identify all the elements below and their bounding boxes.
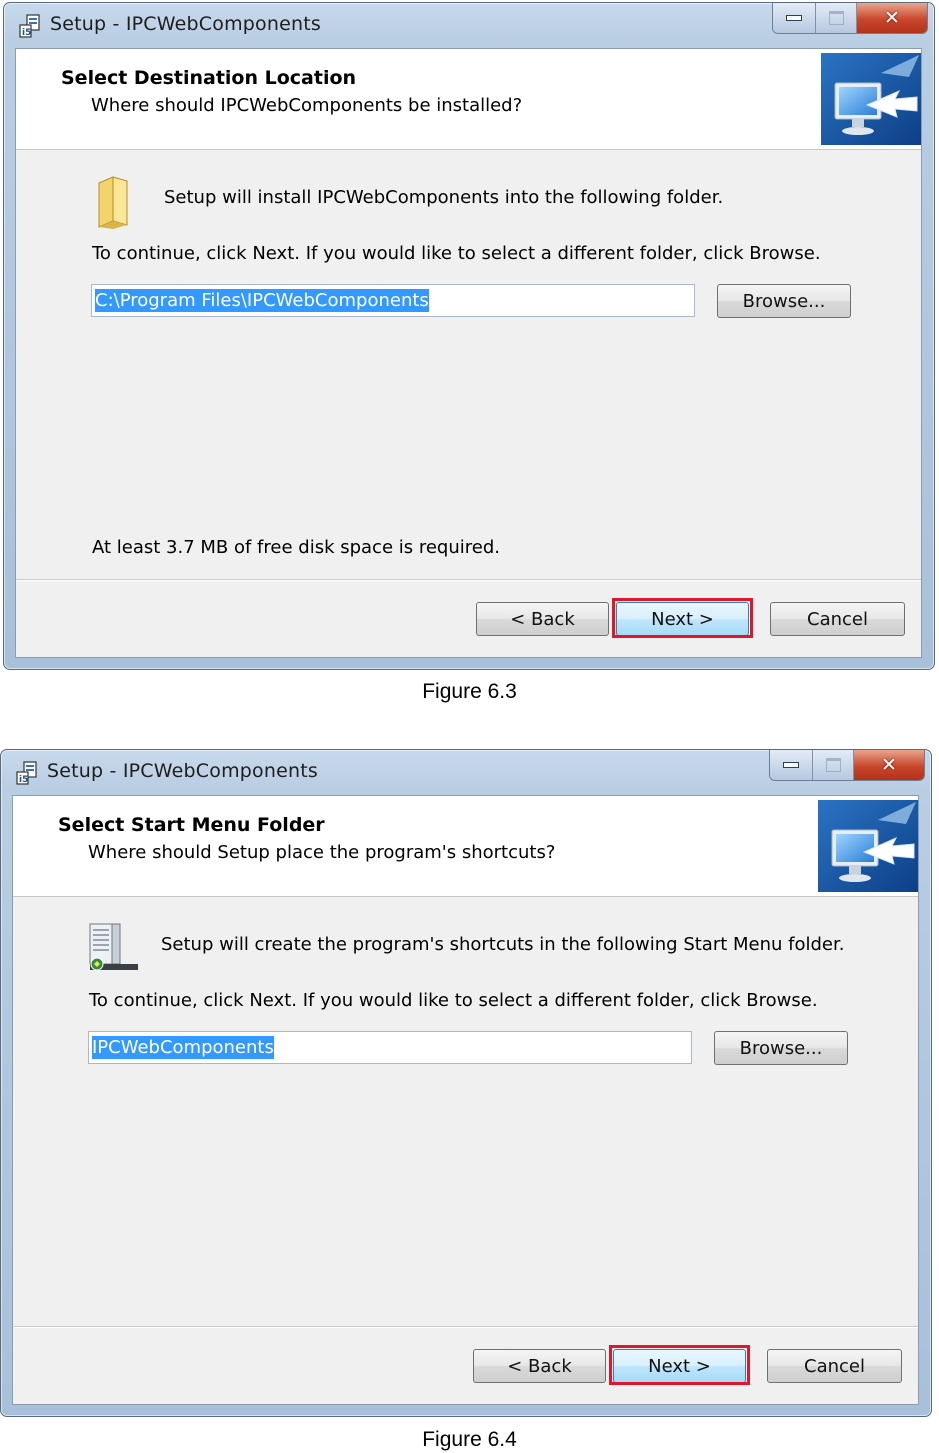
- footer-divider: [16, 579, 921, 581]
- minimize-icon: [786, 15, 802, 21]
- computer-monitor-icon: [821, 53, 921, 145]
- setup-app-icon: i5: [16, 761, 37, 785]
- computer-monitor-icon: [818, 800, 918, 892]
- footer-divider: [13, 1326, 918, 1328]
- page-title: Select Destination Location: [61, 67, 357, 89]
- close-button[interactable]: ✕: [857, 3, 927, 33]
- wizard-header: Select Start Menu Folder Where should Se…: [13, 796, 918, 897]
- window-title: Setup - IPCWebComponents: [47, 760, 318, 782]
- start-menu-folder-icon: [89, 923, 138, 971]
- setup-window-start-menu: i5 Setup - IPCWebComponents ✕ Select Sta…: [0, 749, 932, 1417]
- wizard-header: Select Destination Location Where should…: [16, 49, 921, 150]
- window-title: Setup - IPCWebComponents: [50, 13, 321, 35]
- browse-button[interactable]: Browse...: [714, 1031, 848, 1065]
- figure-caption: Figure 6.4: [422, 1428, 517, 1451]
- next-button[interactable]: Next >: [616, 602, 749, 636]
- setup-window-destination: i5 Setup - IPCWebComponents ✕ Select Des…: [3, 2, 935, 670]
- destination-folder-input[interactable]: C:\Program Files\IPCWebComponents: [91, 284, 695, 317]
- instruction-text: To continue, click Next. If you would li…: [92, 243, 821, 264]
- cancel-button[interactable]: Cancel: [770, 602, 905, 636]
- wizard-body: Select Start Menu Folder Where should Se…: [12, 795, 919, 1405]
- disk-space-text: At least 3.7 MB of free disk space is re…: [92, 537, 500, 558]
- title-bar[interactable]: i5 Setup - IPCWebComponents ✕: [4, 3, 934, 47]
- svg-text:i5: i5: [19, 775, 28, 785]
- page-title: Select Start Menu Folder: [58, 814, 325, 836]
- wizard-body: Select Destination Location Where should…: [15, 48, 922, 658]
- browse-button[interactable]: Browse...: [717, 284, 851, 318]
- maximize-icon: [825, 758, 841, 772]
- instruction-text: To continue, click Next. If you would li…: [89, 990, 818, 1011]
- maximize-button: [813, 750, 854, 780]
- caption-buttons: ✕: [769, 750, 925, 781]
- page-subtitle: Where should IPCWebComponents be install…: [91, 95, 523, 116]
- minimize-icon: [783, 762, 799, 768]
- minimize-button[interactable]: [773, 3, 816, 33]
- input-value: C:\Program Files\IPCWebComponents: [95, 289, 429, 312]
- back-button[interactable]: < Back: [476, 602, 609, 636]
- start-menu-folder-input[interactable]: IPCWebComponents: [88, 1031, 692, 1064]
- close-icon: ✕: [884, 6, 900, 29]
- next-button[interactable]: Next >: [613, 1349, 746, 1383]
- folder-icon: [98, 176, 128, 229]
- setup-app-icon: i5: [19, 14, 40, 38]
- close-icon: ✕: [881, 753, 897, 776]
- maximize-icon: [828, 11, 844, 25]
- svg-text:i5: i5: [22, 28, 31, 38]
- title-bar[interactable]: i5 Setup - IPCWebComponents ✕: [1, 750, 931, 794]
- page-subtitle: Where should Setup place the program's s…: [88, 842, 556, 863]
- close-button[interactable]: ✕: [854, 750, 924, 780]
- intro-text: Setup will install IPCWebComponents into…: [164, 187, 724, 208]
- figure-caption: Figure 6.3: [422, 680, 517, 703]
- input-value: IPCWebComponents: [92, 1036, 274, 1059]
- maximize-button: [816, 3, 857, 33]
- intro-text: Setup will create the program's shortcut…: [161, 934, 845, 955]
- cancel-button[interactable]: Cancel: [767, 1349, 902, 1383]
- caption-buttons: ✕: [772, 3, 928, 34]
- back-button[interactable]: < Back: [473, 1349, 606, 1383]
- minimize-button[interactable]: [770, 750, 813, 780]
